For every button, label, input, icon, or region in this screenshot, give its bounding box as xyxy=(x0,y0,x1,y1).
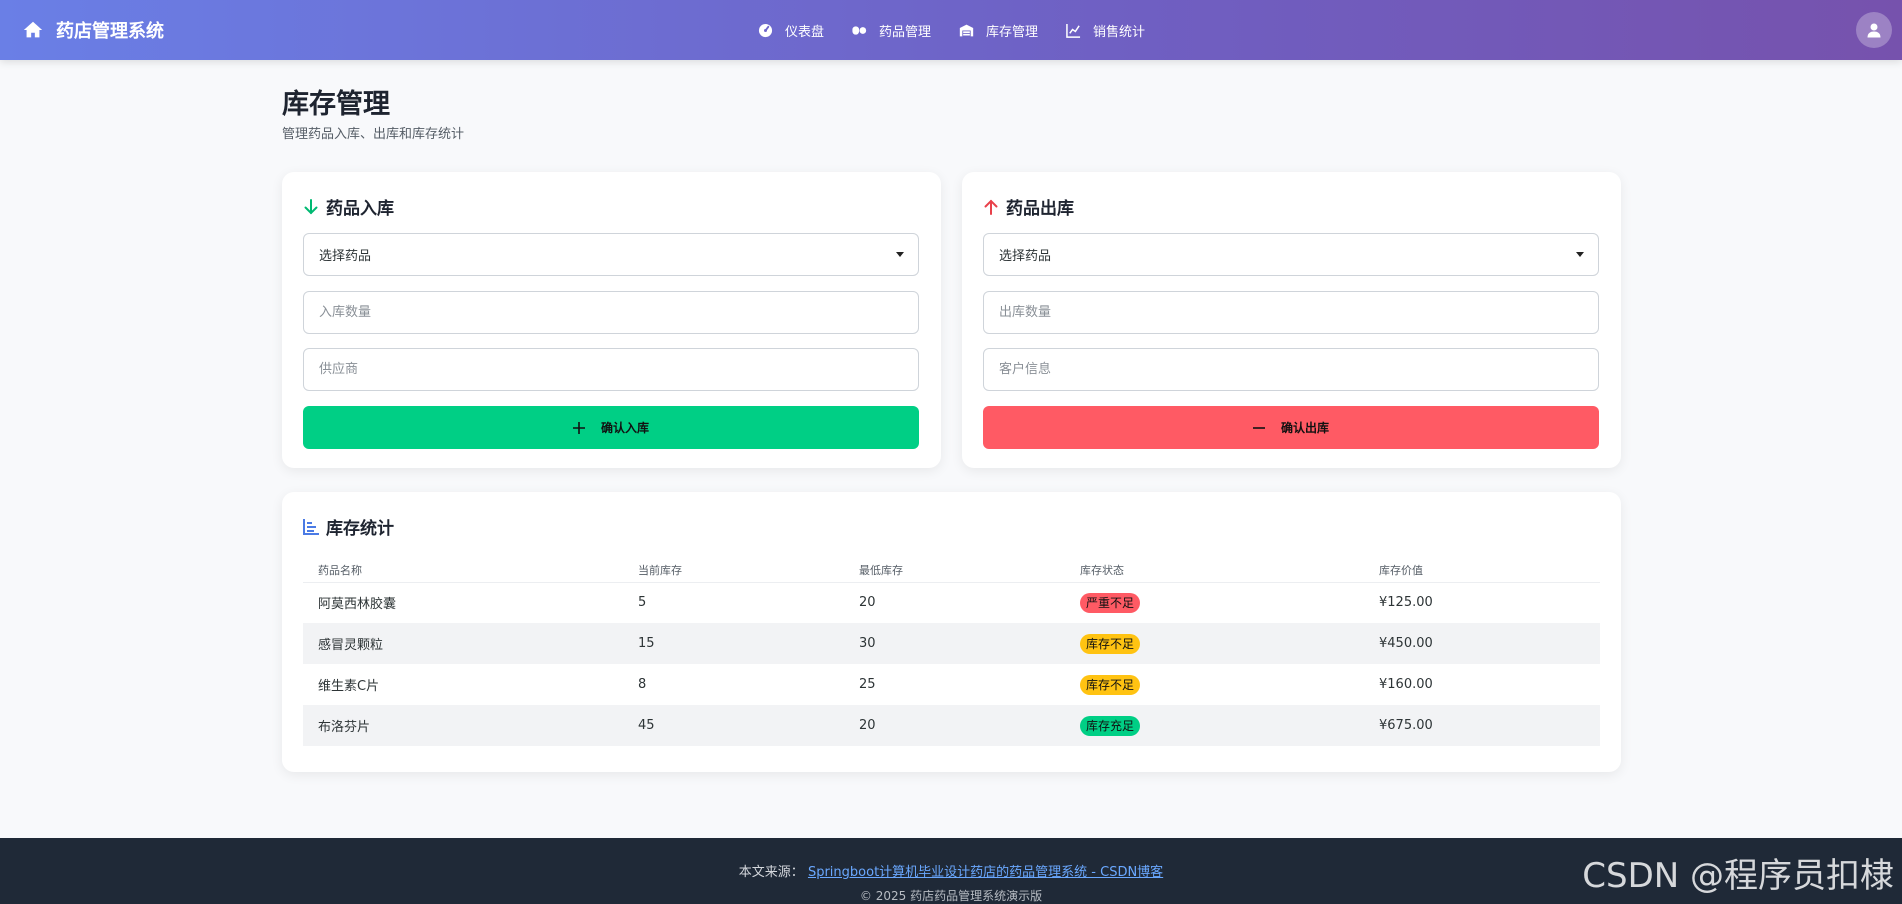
column-header-status: 库存状态 xyxy=(1065,558,1364,583)
stock-value: ¥450.00 xyxy=(1364,623,1600,664)
inventory-table: 药品名称 当前库存 最低库存 库存状态 库存价值 阿莫西林胶囊 5 20 严重不… xyxy=(303,558,1600,746)
confirm-inbound-label: 确认入库 xyxy=(600,421,649,435)
minus-icon xyxy=(1252,426,1265,429)
table-header-row: 药品名称 当前库存 最低库存 库存状态 库存价值 xyxy=(303,558,1600,583)
current-stock: 8 xyxy=(638,677,647,692)
medicine-name: 维生素C片 xyxy=(318,679,380,694)
inbound-card-title: 药品入库 xyxy=(303,194,394,219)
min-stock: 25 xyxy=(859,677,876,692)
table-row: 布洛芬片 45 20 库存充足 ¥675.00 xyxy=(303,705,1600,746)
column-header-current: 当前库存 xyxy=(623,558,844,583)
min-stock: 30 xyxy=(844,623,1065,664)
pills-icon xyxy=(852,25,867,35)
medicine-name: 阿莫西林胶囊 xyxy=(318,597,397,613)
brand-name: 药店管理系统 xyxy=(56,21,164,42)
inventory-stats-card: 库存统计 药品名称 当前库存 最低库存 库存状态 库存价值 阿莫西林胶囊 5 2… xyxy=(282,492,1621,772)
nav-sales[interactable]: 销售统计 xyxy=(1066,21,1145,40)
current-stock: 15 xyxy=(623,623,844,664)
outbound-medicine-select[interactable]: 选择药品 xyxy=(983,233,1599,276)
nav-inventory[interactable]: 库存管理 xyxy=(959,21,1038,40)
column-header-name: 药品名称 xyxy=(303,558,623,583)
outbound-card-title: 药品出库 xyxy=(983,194,1074,219)
watermark: CSDN @程序员扣棣 xyxy=(1582,856,1894,896)
arrow-up-icon xyxy=(984,199,998,215)
plus-icon xyxy=(572,421,585,434)
supplier-input[interactable] xyxy=(303,348,919,391)
nav-inventory-label: 库存管理 xyxy=(986,24,1039,40)
status-badge: 库存不足 xyxy=(1080,674,1141,695)
warehouse-icon xyxy=(959,24,974,36)
source-link[interactable]: Springboot计算机毕业设计药店的药品管理系统 - CSDN博客 xyxy=(808,865,1163,880)
status-badge: 库存充足 xyxy=(1080,715,1141,736)
main-nav: 仪表盘 药品管理 库存管理 销售统计 xyxy=(758,0,1145,60)
outbound-quantity-input[interactable] xyxy=(983,291,1599,334)
nav-dashboard[interactable]: 仪表盘 xyxy=(758,21,824,40)
user-avatar[interactable] xyxy=(1856,12,1892,48)
nav-medicine-label: 药品管理 xyxy=(879,24,932,40)
inbound-select-value: 选择药品 xyxy=(319,249,372,264)
bar-chart-icon xyxy=(303,518,319,535)
arrow-down-icon xyxy=(304,198,318,214)
medicine-name: 感冒灵颗粒 xyxy=(303,623,623,664)
page-subtitle: 管理药品入库、出库和库存统计 xyxy=(282,127,465,142)
stock-value: ¥160.00 xyxy=(1379,677,1433,692)
medicine-name: 布洛芬片 xyxy=(303,705,623,746)
nav-medicine[interactable]: 药品管理 xyxy=(852,21,931,40)
status-badge: 严重不足 xyxy=(1080,592,1141,613)
min-stock: 20 xyxy=(859,595,876,611)
column-header-min: 最低库存 xyxy=(844,558,1065,583)
line-chart-icon xyxy=(1066,23,1081,38)
column-header-value: 库存价值 xyxy=(1364,558,1600,583)
nav-sales-label: 销售统计 xyxy=(1093,24,1146,40)
page-title: 库存管理 xyxy=(282,89,390,120)
confirm-inbound-button[interactable]: 确认入库 xyxy=(303,406,919,449)
user-icon xyxy=(1867,23,1881,38)
stock-value: ¥125.00 xyxy=(1379,595,1433,611)
table-row: 阿莫西林胶囊 5 20 严重不足 ¥125.00 xyxy=(303,582,1600,623)
caret-down-icon xyxy=(896,252,904,257)
current-stock: 45 xyxy=(623,705,844,746)
source-label: 本文来源： xyxy=(738,865,804,880)
current-stock: 5 xyxy=(638,595,647,611)
inbound-quantity-input[interactable] xyxy=(303,291,919,334)
outbound-select-value: 选择药品 xyxy=(999,249,1052,264)
inbound-title-text: 药品入库 xyxy=(326,199,394,219)
outbound-title-text: 药品出库 xyxy=(1006,199,1074,219)
inbound-medicine-select[interactable]: 选择药品 xyxy=(303,233,919,276)
nav-dashboard-label: 仪表盘 xyxy=(785,24,825,40)
confirm-outbound-label: 确认出库 xyxy=(1280,421,1329,435)
stats-title-text: 库存统计 xyxy=(326,519,394,539)
status-badge: 库存不足 xyxy=(1080,633,1141,654)
inbound-card: 药品入库 选择药品 确认入库 xyxy=(282,172,941,468)
brand-logo[interactable]: 药店管理系统 xyxy=(22,0,164,60)
stock-value: ¥675.00 xyxy=(1364,705,1600,746)
home-icon xyxy=(23,21,43,38)
min-stock: 20 xyxy=(844,705,1065,746)
caret-down-icon xyxy=(1576,252,1584,257)
confirm-outbound-button[interactable]: 确认出库 xyxy=(983,406,1599,449)
top-navbar: 药店管理系统 仪表盘 药品管理 库存管理 销售统计 xyxy=(0,0,1902,60)
stats-card-title: 库存统计 xyxy=(303,514,394,539)
outbound-card: 药品出库 选择药品 确认出库 xyxy=(962,172,1621,468)
table-row: 感冒灵颗粒 15 30 库存不足 ¥450.00 xyxy=(303,623,1600,664)
gauge-icon xyxy=(758,23,773,37)
table-row: 维生素C片 8 25 库存不足 ¥160.00 xyxy=(303,664,1600,705)
customer-info-input[interactable] xyxy=(983,348,1599,391)
